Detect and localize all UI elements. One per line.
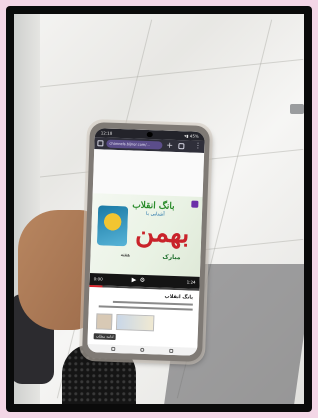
article-text-line: [112, 300, 193, 306]
tabs-icon[interactable]: [178, 143, 185, 150]
article-thumbnail[interactable]: [95, 313, 113, 330]
article-title: بانگ انقلاب: [164, 293, 194, 301]
read-more-button[interactable]: ادامه مطلب: [93, 333, 116, 340]
home-icon[interactable]: [97, 140, 104, 147]
calligraphy-art: بهمن: [134, 217, 190, 250]
menu-icon[interactable]: ⋮: [194, 142, 201, 151]
url-field[interactable]: channels.bijnor.com/...: [106, 139, 163, 150]
back-icon[interactable]: [169, 348, 174, 354]
camera-notch: [146, 131, 153, 138]
video-caption-left: هفته: [120, 252, 130, 259]
home-button-icon[interactable]: [140, 347, 145, 353]
smartphone: 12:18 ▾▮ 45% channels.bijnor.com/... + ⋮…: [78, 118, 214, 366]
status-indicators: ▾▮ 45%: [184, 133, 199, 139]
status-time: 12:18: [100, 130, 113, 136]
phone-screen: 12:18 ▾▮ 45% channels.bijnor.com/... + ⋮…: [87, 128, 205, 356]
video-caption-right: مبارک: [162, 253, 181, 262]
channel-badge-icon: [191, 200, 199, 208]
bell-illustration: [96, 205, 129, 247]
player-current-time: 0:00: [93, 276, 103, 282]
video-frame[interactable]: بانگ انقلاب آشنایی با بهمن هفته مبارک: [89, 193, 203, 277]
article-text-line: [98, 305, 193, 311]
player-duration: 1:24: [186, 279, 196, 285]
settings-icon[interactable]: ⚙: [139, 275, 146, 287]
recents-icon[interactable]: [111, 346, 116, 351]
new-tab-icon[interactable]: +: [166, 141, 173, 150]
photo: 12:18 ▾▮ 45% channels.bijnor.com/... + ⋮…: [14, 14, 304, 404]
page-blank-area: [92, 149, 205, 197]
door-handle: [290, 104, 304, 114]
article-image[interactable]: [115, 314, 155, 332]
play-icon[interactable]: ▶: [131, 275, 137, 287]
